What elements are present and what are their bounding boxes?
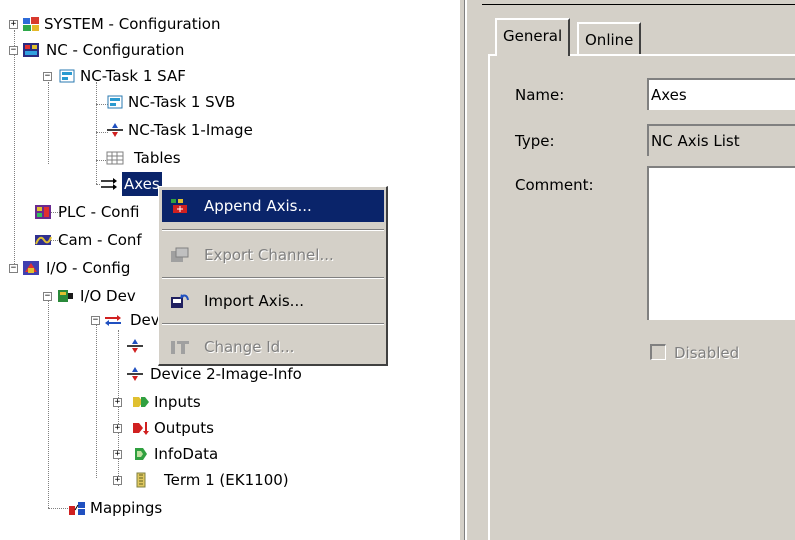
tree-item-outputs[interactable]: + Outputs (0, 416, 300, 440)
collapse-icon[interactable]: − (43, 292, 52, 301)
name-field[interactable]: Axes (647, 78, 795, 110)
task-icon (107, 95, 123, 109)
tree-item-inputs[interactable]: + Inputs (0, 390, 300, 414)
infodata-icon (135, 448, 147, 460)
expand-icon[interactable]: + (113, 450, 122, 459)
tab-online[interactable]: Online (577, 22, 642, 54)
comment-label: Comment: (515, 176, 594, 194)
tree-item-nc-task-svb[interactable]: NC-Task 1 SVB (0, 90, 300, 114)
tree-item-label: NC - Configuration (46, 41, 185, 59)
change-id-icon (171, 341, 189, 354)
checkbox-label: Disabled (674, 344, 740, 362)
tree-item-tables[interactable]: Tables (0, 146, 300, 170)
menu-item-append-axis[interactable]: Append Axis... (162, 190, 384, 222)
tree-item-label: SYSTEM - Configuration (44, 15, 221, 33)
comment-field[interactable] (647, 166, 795, 320)
device-icon (105, 315, 121, 326)
collapse-icon[interactable]: − (91, 316, 100, 325)
menu-item-label: Change Id... (204, 338, 295, 356)
menu-item-change-id[interactable]: Change Id... (162, 331, 384, 363)
io-devices-icon (58, 290, 73, 302)
expand-icon[interactable]: + (9, 20, 18, 29)
tree-item-nc-configuration[interactable]: − NC - Configuration (0, 38, 300, 62)
image-icon (127, 339, 143, 353)
append-axis-icon (171, 199, 187, 213)
tree-item-label: Mappings (90, 499, 163, 517)
cam-icon (35, 235, 52, 245)
menu-separator (162, 323, 384, 325)
tree-item-term-1[interactable]: + Term 1 (EK1100) (0, 468, 320, 492)
nc-config-icon (23, 43, 39, 57)
tree-item-nc-task-image[interactable]: NC-Task 1-Image (0, 118, 300, 142)
tree-item-nc-task-saf[interactable]: − NC-Task 1 SAF (0, 64, 300, 88)
tree-item-infodata[interactable]: + InfoData (0, 442, 300, 466)
image-icon (107, 123, 123, 137)
tree-item-label: Outputs (154, 419, 214, 437)
tree-item-label: NC-Task 1 SAF (80, 67, 186, 85)
menu-separator (162, 229, 384, 231)
tree-item-label: Inputs (154, 393, 201, 411)
checkbox-box (650, 344, 666, 360)
collapse-icon[interactable]: − (9, 264, 18, 273)
inputs-icon (133, 397, 149, 407)
properties-pane: General Online Name: Axes Type: NC Axis … (465, 0, 795, 540)
name-label: Name: (515, 86, 565, 104)
mappings-icon (69, 502, 85, 515)
tab-general[interactable]: General (495, 18, 571, 56)
collapse-icon[interactable]: − (9, 46, 18, 55)
menu-item-label: Import Axis... (204, 292, 304, 310)
tree-item-label: Tables (134, 149, 181, 167)
terminal-icon (136, 472, 146, 488)
menu-item-label: Append Axis... (204, 197, 312, 215)
menu-item-export-channel[interactable]: Export Channel... (162, 239, 384, 271)
tree-item-label: Cam - Conf (58, 231, 142, 249)
export-channel-icon (171, 247, 189, 262)
image-icon (127, 367, 143, 381)
menu-item-label: Export Channel... (204, 246, 334, 264)
tree-item-label: InfoData (154, 445, 219, 463)
tree-item-mappings[interactable]: Mappings (0, 496, 300, 520)
outputs-icon (133, 422, 149, 435)
disabled-checkbox: Disabled (650, 344, 739, 362)
menu-separator (162, 277, 384, 279)
type-label: Type: (515, 132, 555, 150)
axes-icon (101, 178, 117, 190)
plc-icon (35, 205, 51, 219)
expand-icon[interactable]: + (113, 398, 122, 407)
tree-item-system[interactable]: + SYSTEM - Configuration (0, 12, 300, 36)
type-field: NC Axis List (647, 124, 795, 156)
io-icon (23, 261, 39, 275)
tree-item-label: Dev (130, 311, 160, 329)
context-menu: Append Axis... Export Channel... Import … (158, 186, 388, 366)
tree-item-label: NC-Task 1-Image (128, 121, 253, 139)
expand-icon[interactable]: + (113, 424, 122, 433)
tree-item-label: Axes (122, 172, 162, 196)
expand-icon[interactable]: + (113, 476, 122, 485)
tree-item-label: I/O - Config (46, 259, 131, 277)
tab-label: General (503, 27, 563, 45)
menu-item-import-axis[interactable]: Import Axis... (162, 285, 384, 317)
import-axis-icon (171, 294, 189, 308)
collapse-icon[interactable]: − (43, 72, 52, 81)
tree-item-label: PLC - Confi (58, 203, 140, 221)
system-icon (23, 17, 39, 31)
tab-label: Online (585, 31, 634, 49)
tree-item-label: NC-Task 1 SVB (128, 93, 236, 111)
task-icon (59, 69, 75, 83)
tree-item-label: I/O Dev (80, 287, 136, 305)
table-icon (106, 151, 124, 165)
tree-item-label: Term 1 (EK1100) (164, 471, 289, 489)
